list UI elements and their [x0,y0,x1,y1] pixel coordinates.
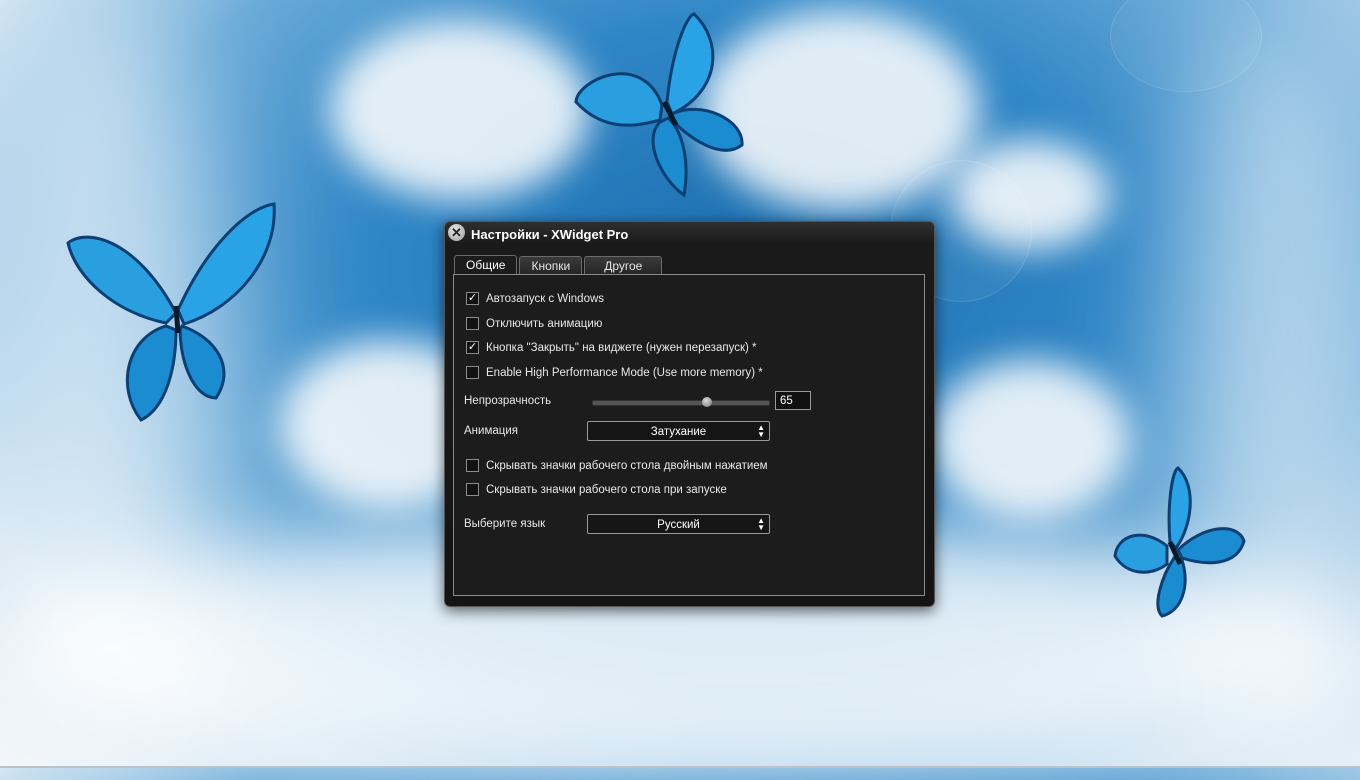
opacity-slider-handle[interactable] [702,397,713,407]
tab-general[interactable]: Общие [454,255,518,275]
opacity-value-field[interactable]: 65 [775,391,811,410]
hide-icons-startup-label: Скрывать значки рабочего стола при запус… [486,483,727,496]
hide-icons-startup-row: Скрывать значки рабочего стола при запус… [466,483,727,496]
updown-arrows-icon: ▲ ▼ [757,516,765,532]
tab-buttons[interactable]: Кнопки [519,256,583,274]
opacity-label: Непрозрачность [464,395,552,407]
high-performance-label: Enable High Performance Mode (Use more m… [486,366,763,379]
hide-icons-startup-checkbox[interactable] [466,483,479,496]
disable-animation-row: Отключить анимацию [466,317,602,330]
cloud [930,360,1130,520]
close-button-row: ✓ Кнопка "Закрыть" на виджете (нужен пер… [466,341,756,354]
opacity-slider[interactable] [592,397,770,407]
disable-animation-label: Отключить анимацию [486,317,603,330]
disable-animation-checkbox[interactable] [466,317,479,330]
title-bar[interactable]: ✕ Настройки - XWidget Pro [445,222,934,246]
dialog-title: Настройки - XWidget Pro [471,227,629,242]
hide-icons-dblclick-checkbox[interactable] [466,459,479,472]
butterfly-icon [1113,466,1246,618]
tab-other[interactable]: Другое [584,256,663,274]
animation-select[interactable]: Затухание ▲ ▼ [587,421,770,441]
tab-bar: Общие Кнопки Другое [454,255,663,275]
animation-label: Анимация [464,425,518,437]
cloud [330,20,590,200]
hide-icons-dblclick-row: Скрывать значки рабочего стола двойным н… [466,459,768,472]
butterfly-icon [66,202,276,422]
autostart-label: Автозапуск с Windows [486,292,605,305]
general-panel: ✓ Автозапуск с Windows Отключить анимаци… [453,274,925,596]
autostart-checkbox[interactable]: ✓ [466,292,479,305]
close-button-checkbox[interactable]: ✓ [466,341,479,354]
updown-arrows-icon: ▲ ▼ [757,423,765,439]
language-selected-value: Русский [657,519,700,531]
autostart-row: ✓ Автозапуск с Windows [466,292,604,305]
hide-icons-dblclick-label: Скрывать значки рабочего стола двойным н… [486,459,768,472]
animation-selected-value: Затухание [650,426,707,438]
language-label: Выберите язык [464,518,546,530]
high-performance-row: Enable High Performance Mode (Use more m… [466,366,763,379]
language-select[interactable]: Русский ▲ ▼ [587,514,770,534]
settings-dialog: ✕ Настройки - XWidget Pro Общие Кнопки Д… [444,221,935,607]
close-button-label: Кнопка "Закрыть" на виджете (нужен перез… [486,341,757,354]
butterfly-icon [574,12,744,198]
close-icon[interactable]: ✕ [448,224,465,241]
high-performance-checkbox[interactable] [466,366,479,379]
